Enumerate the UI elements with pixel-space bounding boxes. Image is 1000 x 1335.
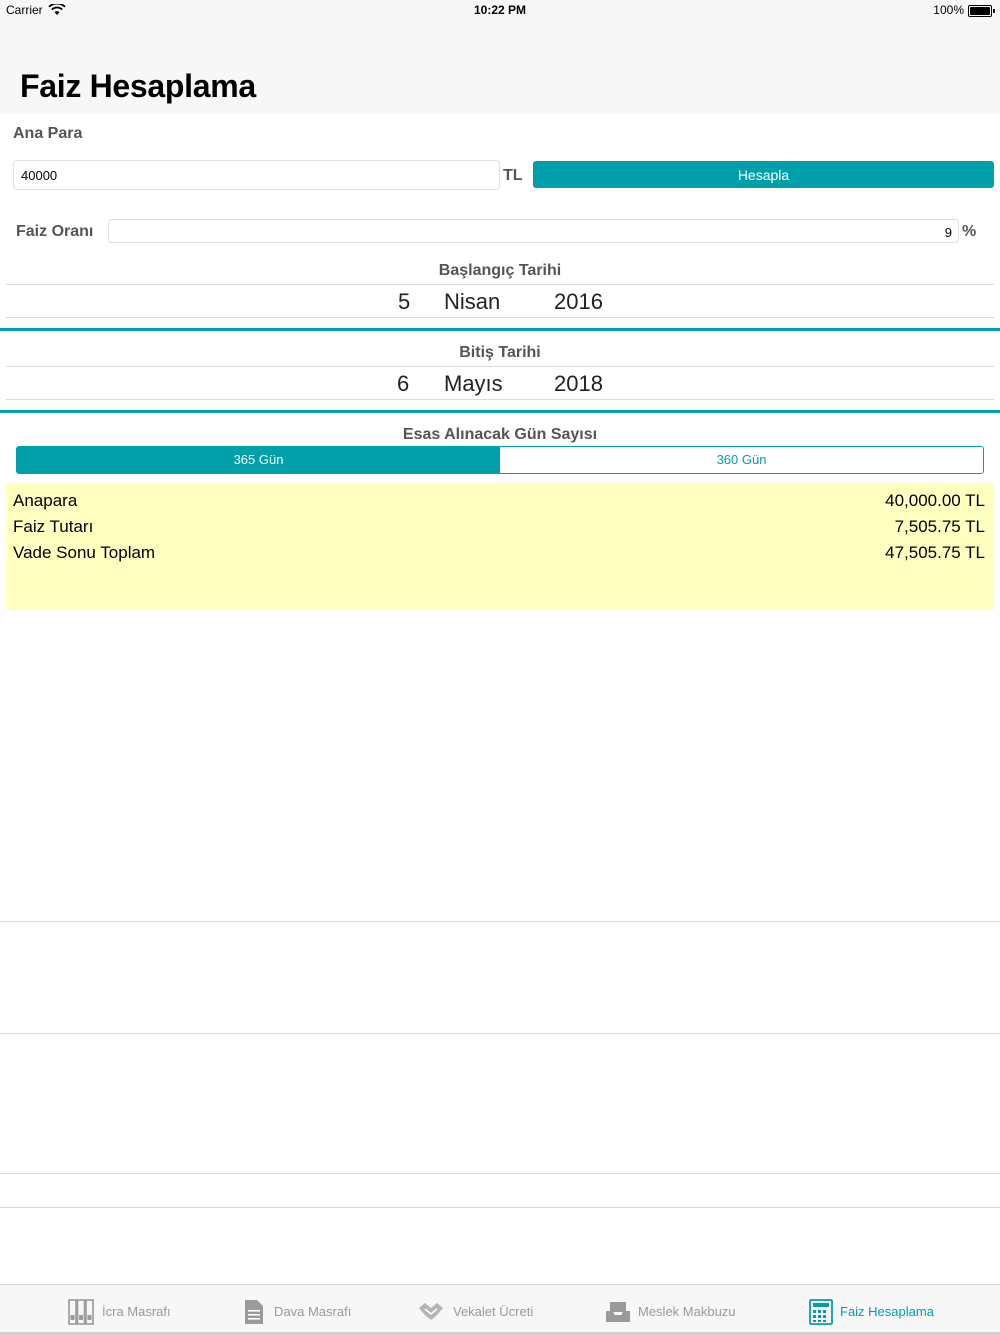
calculate-button[interactable]: Hesapla (533, 161, 994, 188)
binders-icon (68, 1299, 94, 1325)
end-date-year[interactable]: 2018 (554, 371, 603, 397)
result-label: Anapara (13, 491, 78, 510)
result-value: 47,505.75 TL (885, 543, 985, 562)
start-date-year[interactable]: 2016 (554, 289, 603, 315)
start-date-title: Başlangıç Tarihi (438, 262, 562, 279)
tab-label: Vekalet Ücreti (453, 1304, 534, 1319)
result-value: 7,505.75 TL (894, 517, 985, 536)
end-date-month[interactable]: Mayıs (444, 371, 503, 397)
start-date-month[interactable]: Nisan (444, 289, 500, 315)
end-date-day[interactable]: 6 (397, 371, 409, 397)
result-label: Vade Sonu Toplam (13, 543, 156, 562)
end-date-divider (0, 410, 1000, 413)
navigation-bar: Faiz Hesaplama (0, 24, 1000, 113)
battery-icon (968, 5, 995, 17)
result-value: 40,000.00 TL (885, 491, 985, 510)
tab-label: Meslek Makbuzu (638, 1304, 736, 1319)
list-separator (0, 1033, 1000, 1034)
calculator-icon (809, 1299, 833, 1325)
principal-label: Ana Para (13, 125, 83, 142)
list-separator (0, 1207, 1000, 1208)
receipt-tray-icon (606, 1302, 630, 1322)
results-panel: Anapara 40,000.00 TL Faiz Tutarı 7,505.7… (6, 483, 994, 610)
tab-label: Dava Masrafı (274, 1304, 352, 1319)
rate-input[interactable]: 9 (108, 219, 959, 243)
start-date-divider (0, 328, 1000, 331)
handshake-icon (419, 1303, 443, 1320)
result-row-principal: Anapara 40,000.00 TL (13, 491, 985, 515)
start-date-day[interactable]: 5 (398, 289, 410, 315)
list-separator (0, 921, 1000, 922)
principal-unit: TL (503, 167, 523, 184)
segment-360-days[interactable]: 360 Gün (500, 447, 983, 473)
tab-bar: İcra Masrafı Dava Masrafı Vekalet Ücreti… (0, 1284, 1000, 1335)
document-icon (245, 1300, 263, 1324)
principal-input[interactable]: 40000 (13, 160, 500, 190)
result-row-interest: Faiz Tutarı 7,505.75 TL (13, 517, 985, 541)
day-basis-title: Esas Alınacak Gün Sayısı (402, 426, 598, 443)
start-date-picker[interactable]: 5 Nisan 2016 (6, 284, 994, 318)
tab-label: İcra Masrafı (102, 1304, 171, 1319)
end-date-picker[interactable]: 6 Mayıs 2018 (6, 366, 994, 400)
segment-365-days[interactable]: 365 Gün (17, 447, 500, 473)
result-label: Faiz Tutarı (13, 517, 94, 536)
rate-unit: % (962, 223, 977, 240)
list-separator (0, 1173, 1000, 1174)
status-bar: Carrier 10:22 PM 100% (0, 0, 1000, 24)
battery-percent: 100% (933, 3, 964, 17)
tab-label: Faiz Hesaplama (840, 1304, 934, 1319)
end-date-title: Bitiş Tarihi (459, 344, 541, 361)
day-basis-segmented-control[interactable]: 365 Gün 360 Gün (16, 446, 984, 474)
result-row-total: Vade Sonu Toplam 47,505.75 TL (13, 543, 985, 567)
rate-label: Faiz Oranı (16, 223, 94, 240)
clock-label: 10:22 PM (473, 3, 527, 17)
page-title: Faiz Hesaplama (20, 68, 256, 104)
